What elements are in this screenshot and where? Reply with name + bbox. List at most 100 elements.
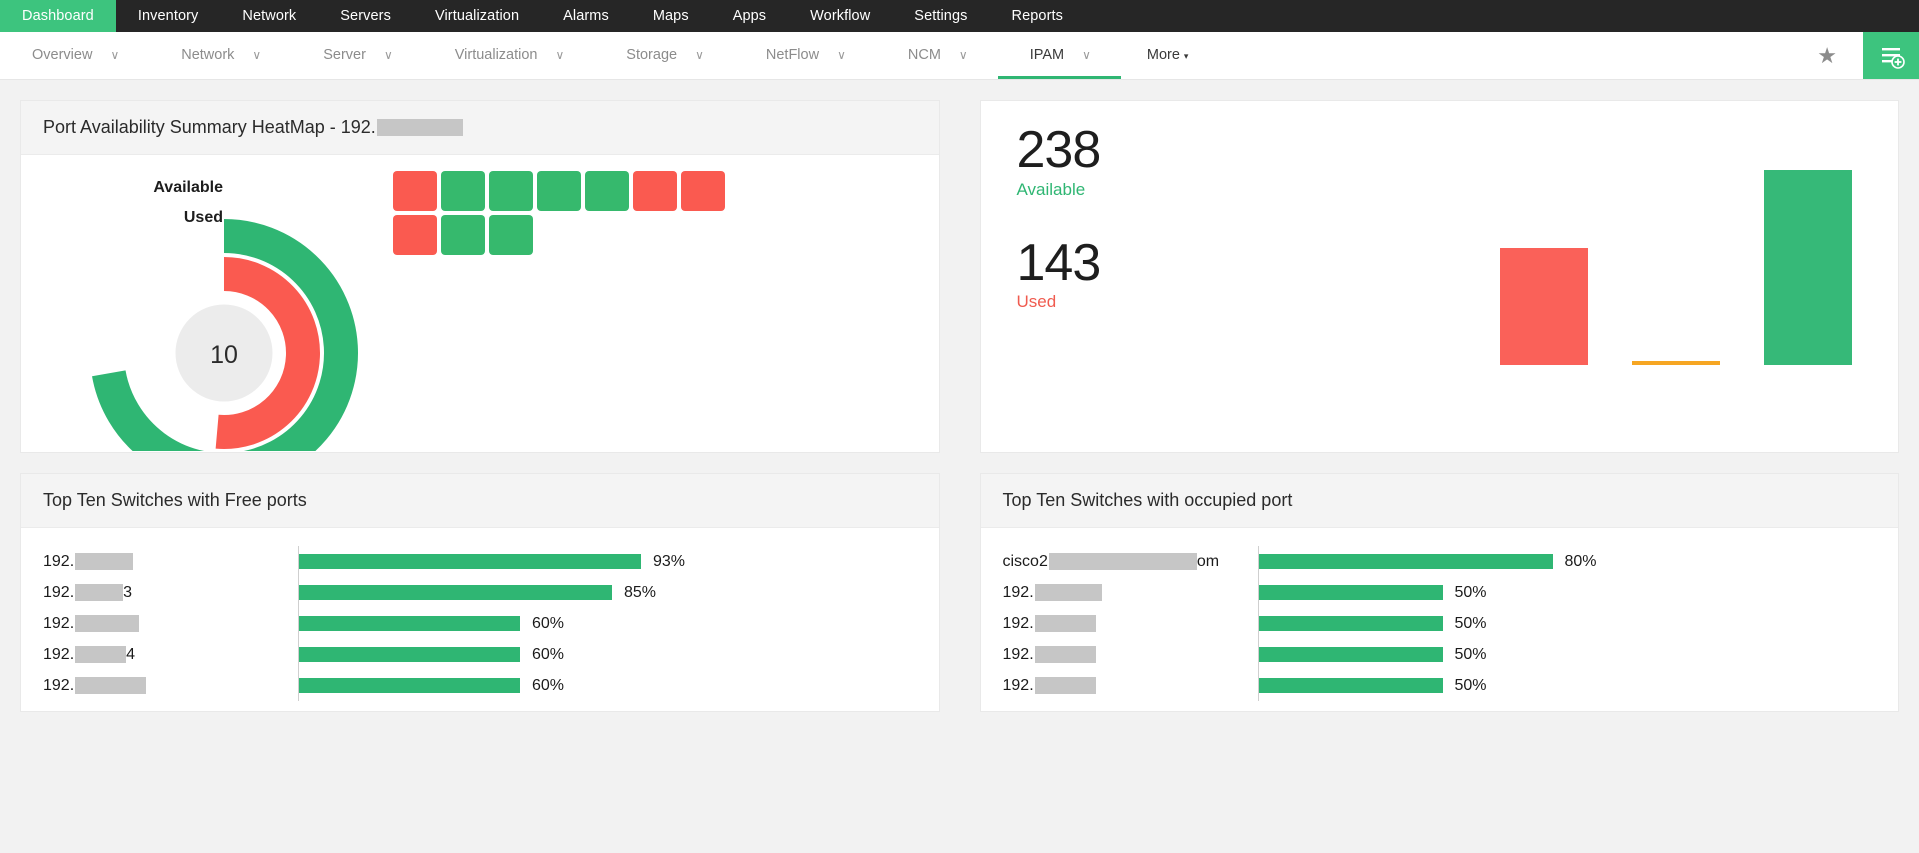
chevron-down-icon: ▾	[1183, 51, 1189, 61]
subnav-item-overview[interactable]: Overview	[4, 32, 110, 79]
left-column-row-2: Top Ten Switches with Free ports 192. 93%…	[0, 453, 960, 712]
dashboard-content: Port Availability Summary HeatMap - 192.…	[0, 80, 1919, 853]
topnav-item-label: Servers	[340, 8, 391, 24]
vertical-bar-other[interactable]	[1632, 361, 1720, 365]
bar-row-label: cisco2 om	[1003, 553, 1258, 571]
topnav-item-label: Dashboard	[22, 8, 94, 24]
subnav-item-ncm[interactable]: NCM	[880, 32, 959, 79]
topnav-item-virtualization[interactable]: Virtualization	[413, 0, 541, 32]
subnav-item-storage[interactable]: Storage	[598, 32, 695, 79]
heatmap-cell-red[interactable]	[393, 171, 437, 211]
chevron-down-icon[interactable]: ∨	[959, 32, 994, 79]
bar-row-label-suffix: 4	[126, 645, 136, 663]
topnav-item-settings[interactable]: Settings	[892, 0, 989, 32]
heatmap-cell-green[interactable]	[489, 171, 533, 211]
horizontal-bar[interactable]	[1258, 647, 1443, 662]
used-caption: Used	[1016, 292, 1057, 312]
subnav-group-network: Network ∨	[149, 32, 291, 79]
heatmap-title-text: Port Availability Summary HeatMap - 192.	[43, 117, 376, 137]
donut-legend-available: Available	[153, 179, 223, 196]
secondary-navigation-bar: Overview ∨ Network ∨ Server ∨ Virtualization ∨ S…	[0, 32, 1919, 80]
bar-row-label-prefix: 192.	[1002, 614, 1034, 632]
chevron-down-icon[interactable]: ∨	[695, 32, 730, 79]
horizontal-bar[interactable]	[1258, 554, 1553, 569]
topnav-item-workflow[interactable]: Workflow	[788, 0, 892, 32]
topnav-item-network[interactable]: Network	[220, 0, 318, 32]
topnav-item-label: Virtualization	[434, 8, 520, 24]
right-column-row-2: Top Ten Switches with occupied port cisc…	[960, 453, 1919, 712]
heatmap-cell-red[interactable]	[633, 171, 677, 211]
horizontal-bar[interactable]	[299, 554, 641, 569]
horizontal-bar[interactable]	[299, 585, 612, 600]
subnav-group-server: Server ∨	[291, 32, 423, 79]
heatmap-cell-green[interactable]	[537, 171, 581, 211]
bar-value-label: 60%	[532, 676, 565, 694]
chevron-down-icon[interactable]: ∨	[252, 32, 287, 79]
redacted-hostname	[75, 646, 127, 663]
bar-track: 60%	[298, 670, 917, 701]
donut-center-value: 10	[210, 341, 238, 369]
vertical-bar-available[interactable]	[1764, 170, 1852, 365]
bar-track: 50%	[1257, 577, 1877, 608]
topnav-item-inventory[interactable]: Inventory	[116, 0, 221, 32]
bar-row-label-prefix: 192.	[43, 583, 75, 601]
subnav-item-ipam[interactable]: IPAM	[1002, 32, 1082, 79]
bar-value-label: 50%	[1454, 645, 1487, 663]
chevron-down-icon[interactable]: ∨	[837, 32, 872, 79]
heatmap-cell-green[interactable]	[441, 215, 485, 255]
topnav-item-alarms[interactable]: Alarms	[541, 0, 631, 32]
heatmap-cell-green[interactable]	[489, 215, 533, 255]
subnav-item-network[interactable]: Network	[153, 32, 252, 79]
heatmap-cell-red[interactable]	[393, 215, 437, 255]
subnav-item-server[interactable]: Server	[295, 32, 384, 79]
heatmap-cell-green[interactable]	[585, 171, 629, 211]
horizontal-bar[interactable]	[1258, 678, 1443, 693]
redacted-hostname	[1048, 553, 1197, 570]
subnav-item-netflow[interactable]: NetFlow	[738, 32, 837, 79]
redacted-hostname	[376, 119, 463, 136]
bar-list-row: 192. 93%	[43, 546, 917, 577]
bar-row-label: 192.	[1003, 584, 1258, 602]
widget-grid-row-1: Port Availability Summary HeatMap - 192.…	[0, 80, 1919, 487]
heatmap-cell-red[interactable]	[681, 171, 725, 211]
subnav-group-ipam: IPAM ∨	[998, 32, 1121, 79]
subnav-item-virtualization[interactable]: Virtualization	[427, 32, 556, 79]
chevron-down-icon[interactable]: ∨	[556, 32, 591, 79]
heatmap-widget-header: Port Availability Summary HeatMap - 192.	[21, 101, 939, 155]
bar-row-label-prefix: 192.	[43, 645, 75, 663]
bar-row-label: 192.	[43, 615, 298, 633]
subnav-item-more[interactable]: More ▾	[1121, 32, 1199, 79]
bar-list-row: 192. 3 85%	[43, 577, 917, 608]
horizontal-bar[interactable]	[1258, 616, 1443, 631]
topnav-item-dashboard[interactable]: Dashboard	[0, 0, 116, 32]
horizontal-bar[interactable]	[299, 647, 520, 662]
vertical-bar-used[interactable]	[1500, 248, 1588, 365]
chevron-down-icon[interactable]: ∨	[384, 32, 419, 79]
chevron-down-icon[interactable]: ∨	[110, 32, 145, 79]
chevron-down-icon[interactable]: ∨	[1082, 32, 1117, 79]
port-availability-donut-chart: 10 Available Used	[21, 155, 381, 487]
favorite-star-icon[interactable]: ★	[1791, 32, 1863, 79]
subnav-spacer	[1198, 32, 1791, 79]
bar-list-row: 192. 60%	[43, 608, 917, 639]
bar-list-row: 192. 50%	[1003, 670, 1877, 701]
horizontal-bar[interactable]	[1258, 585, 1443, 600]
donut-legend-used: Used	[183, 209, 223, 226]
bar-value-label: 60%	[532, 614, 565, 632]
horizontal-bar[interactable]	[299, 678, 520, 693]
occupied-ports-bar-list: cisco2 om 80% 192. 50% 192. 50% 192. 50% 192. 50%	[981, 528, 1899, 711]
topnav-item-apps[interactable]: Apps	[711, 0, 788, 32]
topnav-item-label: Inventory	[137, 8, 199, 24]
bar-row-label-suffix: om	[1196, 552, 1220, 570]
bar-row-label: 192.	[1003, 677, 1258, 695]
bar-value-label: 50%	[1454, 583, 1487, 601]
free-ports-widget-header: Top Ten Switches with Free ports	[21, 474, 939, 528]
heatmap-cell-green[interactable]	[441, 171, 485, 211]
bar-track: 50%	[1257, 639, 1877, 670]
topnav-item-servers[interactable]: Servers	[318, 0, 413, 32]
topnav-item-reports[interactable]: Reports	[990, 0, 1085, 32]
topnav-item-maps[interactable]: Maps	[631, 0, 711, 32]
bar-row-label: 192.	[43, 553, 298, 571]
horizontal-bar[interactable]	[299, 616, 520, 631]
add-widget-button[interactable]	[1863, 32, 1919, 79]
